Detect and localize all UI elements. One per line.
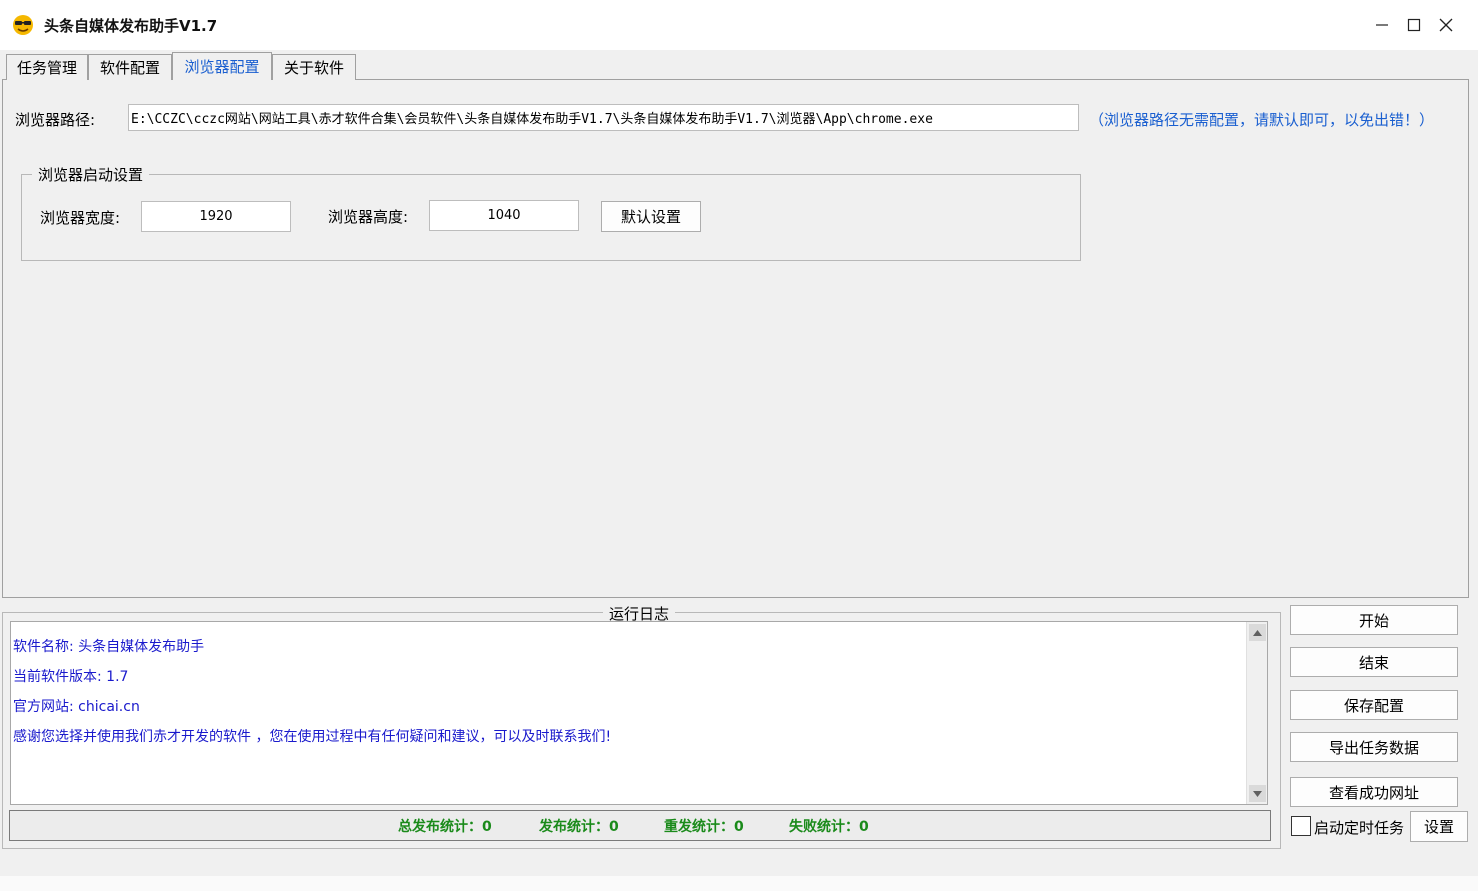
default-settings-button[interactable]: 默认设置 [601,201,701,232]
scroll-down-icon[interactable] [1249,785,1266,802]
log-line: 官方网站: chicai.cn [13,699,140,715]
minimize-button[interactable] [1365,8,1399,42]
log-line: 当前软件版本: 1.7 [13,669,129,685]
browser-path-label: 浏览器路径: [15,111,96,129]
tab-panel-browser-config [2,79,1469,598]
browser-height-label: 浏览器高度: [328,208,409,226]
end-button[interactable]: 结束 [1290,647,1458,677]
tab-browser-config[interactable]: 浏览器配置 [172,52,272,80]
browser-path-input[interactable]: E:\CCZC\cczc网站\网站工具\赤才软件合集\会员软件\头条自媒体发布助… [128,104,1079,131]
publish-stat: 发布统计：0 [539,818,619,835]
stats-bar: 总发布统计：0 发布统计：0 重发统计：0 失败统计：0 [9,810,1271,841]
maximize-icon [1407,18,1421,32]
close-icon [1439,18,1453,32]
total-publish-stat: 总发布统计：0 [398,818,492,835]
browser-width-label: 浏览器宽度: [40,209,121,227]
bottom-strip [0,876,1478,891]
tab-about[interactable]: 关于软件 [272,54,356,80]
log-textarea[interactable]: 软件名称: 头条自媒体发布助手 当前软件版本: 1.7 官方网站: chicai… [10,621,1268,805]
browser-height-input[interactable]: 1040 [429,200,579,231]
view-success-urls-button[interactable]: 查看成功网址 [1290,777,1458,807]
minimize-icon [1376,24,1388,26]
browser-path-hint: （浏览器路径无需配置，请默认即可，以免出错！） [1089,111,1435,129]
save-config-button[interactable]: 保存配置 [1290,690,1458,720]
settings-button[interactable]: 设置 [1410,811,1468,842]
title-bar [0,0,1478,50]
log-scrollbar[interactable] [1246,622,1267,804]
app-logo-icon [12,14,34,36]
close-button[interactable] [1429,8,1463,42]
browser-width-input[interactable]: 1920 [141,201,291,232]
tab-software-config[interactable]: 软件配置 [88,54,172,80]
scheduled-task-checkbox[interactable] [1291,816,1311,836]
maximize-button[interactable] [1397,8,1431,42]
export-task-data-button[interactable]: 导出任务数据 [1290,732,1458,762]
tab-task-management[interactable]: 任务管理 [6,54,88,80]
browser-startup-group-title: 浏览器启动设置 [32,164,150,185]
start-button[interactable]: 开始 [1290,605,1458,635]
window-title: 头条自媒体发布助手V1.7 [44,17,218,35]
log-line: 感谢您选择并使用我们赤才开发的软件 ，您在使用过程中有任何疑问和建议，可以及时联… [13,729,612,745]
scroll-up-icon[interactable] [1249,624,1266,641]
scheduled-task-label: 启动定时任务 [1314,819,1405,837]
republish-stat: 重发统计：0 [664,818,744,835]
log-line: 软件名称: 头条自媒体发布助手 [13,639,205,655]
failed-stat: 失败统计：0 [789,818,869,835]
